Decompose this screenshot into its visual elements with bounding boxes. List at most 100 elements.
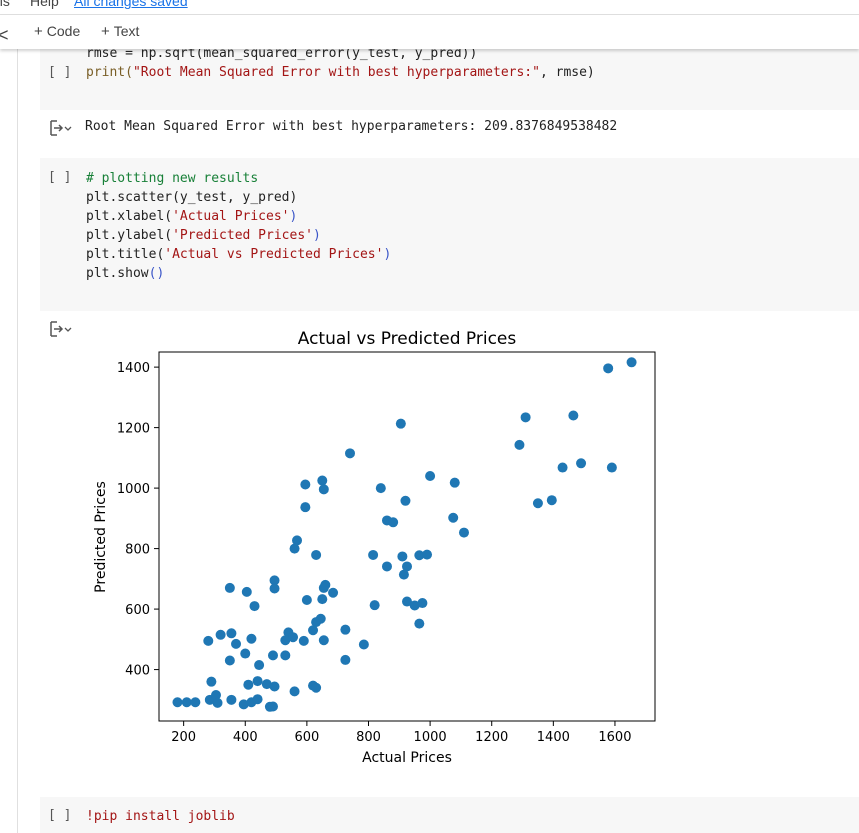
x-tick-label: 200	[171, 730, 196, 745]
menu-item-tools[interactable]: ols	[0, 0, 10, 9]
add-code-label: Code	[46, 23, 81, 39]
scatter-point	[298, 635, 309, 646]
scatter-point	[381, 561, 392, 572]
x-tick-label: 1200	[475, 730, 508, 745]
scatter-point	[280, 650, 291, 661]
scatter-point	[289, 686, 300, 697]
scatter-point	[301, 595, 312, 606]
scatter-point	[226, 694, 237, 705]
run-cell-button[interactable]: [ ]	[48, 170, 71, 185]
notebook-toolbar: < + Code + Text	[0, 15, 859, 49]
code-string: "Root Mean Squared Error with best hyper…	[132, 65, 540, 80]
scatter-point	[318, 582, 329, 593]
code-token: print(	[86, 65, 133, 80]
code-editor[interactable]: rmse = np.sqrt(mean_squared_error(y_test…	[86, 44, 595, 82]
scatter-point	[172, 697, 183, 708]
scatter-point	[400, 495, 411, 506]
scatter-point	[514, 439, 525, 450]
scatter-point	[240, 648, 251, 659]
scatter-point	[368, 549, 379, 560]
scatter-point	[315, 613, 326, 624]
x-axis-label: Actual Prices	[362, 750, 452, 766]
scatter-point	[203, 635, 214, 646]
add-text-label: Text	[113, 23, 140, 39]
scatter-point	[576, 458, 587, 469]
scatter-point	[603, 363, 614, 374]
save-status-link[interactable]: All changes saved	[74, 0, 188, 9]
y-tick-label: 1200	[117, 422, 150, 437]
code-token: ()	[148, 266, 165, 281]
code-token: )	[289, 209, 298, 224]
output-toggle-icon[interactable]	[50, 321, 72, 337]
run-cell-button[interactable]: [ ]	[48, 808, 71, 823]
scatter-point	[226, 628, 237, 639]
scatter-point	[252, 676, 263, 687]
output-toggle-icon[interactable]	[50, 120, 72, 136]
scatter-point	[267, 650, 278, 661]
scatter-point	[568, 410, 579, 421]
code-cell-plot[interactable]: [ ] # plotting new results plt.scatter(y…	[40, 158, 859, 311]
scatter-point	[422, 549, 433, 560]
scatter-point	[318, 635, 329, 646]
scatter-point	[181, 697, 192, 708]
code-string: 'Actual Prices'	[172, 209, 290, 224]
x-tick-label: 400	[233, 730, 258, 745]
scatter-point	[267, 701, 278, 712]
code-cell-rmse[interactable]: [ ] rmse = np.sqrt(mean_squared_error(y_…	[40, 46, 859, 110]
scatter-point	[300, 479, 311, 490]
scatter-point	[249, 601, 260, 612]
y-tick-label: 1000	[117, 482, 150, 497]
code-token: )	[383, 247, 392, 262]
code-cell-pip[interactable]: [ ] !pip install joblib	[40, 797, 859, 833]
scatter-point	[557, 462, 568, 473]
scatter-point	[231, 638, 242, 649]
menu-item-help[interactable]: Help	[30, 0, 59, 9]
cell-gutter	[17, 49, 18, 833]
chevron-left-icon[interactable]: <	[0, 25, 9, 46]
scatter-point	[254, 660, 265, 671]
x-tick-label: 600	[294, 730, 319, 745]
scatter-point	[317, 475, 328, 486]
scatter-point	[398, 569, 409, 580]
scatter-point	[340, 624, 351, 635]
scatter-point	[388, 517, 399, 528]
chart-title: Actual vs Predicted Prices	[298, 329, 517, 349]
scatter-point	[308, 625, 319, 636]
scatter-point	[395, 418, 406, 429]
scatter-point	[345, 448, 356, 459]
run-cell-button[interactable]: [ ]	[48, 65, 71, 80]
x-tick-label: 800	[356, 730, 381, 745]
scatter-point	[224, 582, 235, 593]
scatter-point	[252, 694, 263, 705]
code-string: 'Predicted Prices'	[172, 228, 313, 243]
y-tick-label: 800	[125, 543, 150, 558]
y-axis-label: Predicted Prices	[93, 481, 109, 593]
x-tick-label: 1600	[598, 730, 631, 745]
scatter-point	[358, 639, 369, 650]
add-text-button[interactable]: + Text	[101, 23, 139, 40]
scatter-point	[269, 681, 280, 692]
code-line: !pip install joblib	[86, 809, 235, 824]
scatter-point	[458, 527, 469, 538]
scatter-point	[190, 697, 201, 708]
code-token: plt.show	[86, 266, 149, 281]
code-token: plt.xlabel(	[86, 209, 173, 224]
scatter-point	[311, 549, 322, 560]
scatter-point	[532, 498, 543, 509]
scatter-point	[269, 583, 280, 594]
code-line: plt.scatter(y_test, y_pred)	[86, 190, 298, 205]
x-tick-label: 1400	[537, 730, 570, 745]
y-tick-label: 600	[125, 603, 150, 618]
scatter-point	[317, 594, 328, 605]
scatter-point	[328, 587, 339, 598]
scatter-point	[212, 697, 223, 708]
code-token: plt.ylabel(	[86, 228, 173, 243]
code-editor[interactable]: # plotting new results plt.scatter(y_tes…	[86, 169, 391, 283]
x-tick-label: 1000	[414, 730, 447, 745]
scatter-point	[626, 357, 637, 368]
scatter-point	[425, 471, 436, 482]
scatter-point	[417, 598, 428, 609]
scatter-point	[215, 629, 226, 640]
add-code-button[interactable]: + Code	[34, 23, 80, 40]
code-editor[interactable]: !pip install joblib	[86, 807, 235, 826]
